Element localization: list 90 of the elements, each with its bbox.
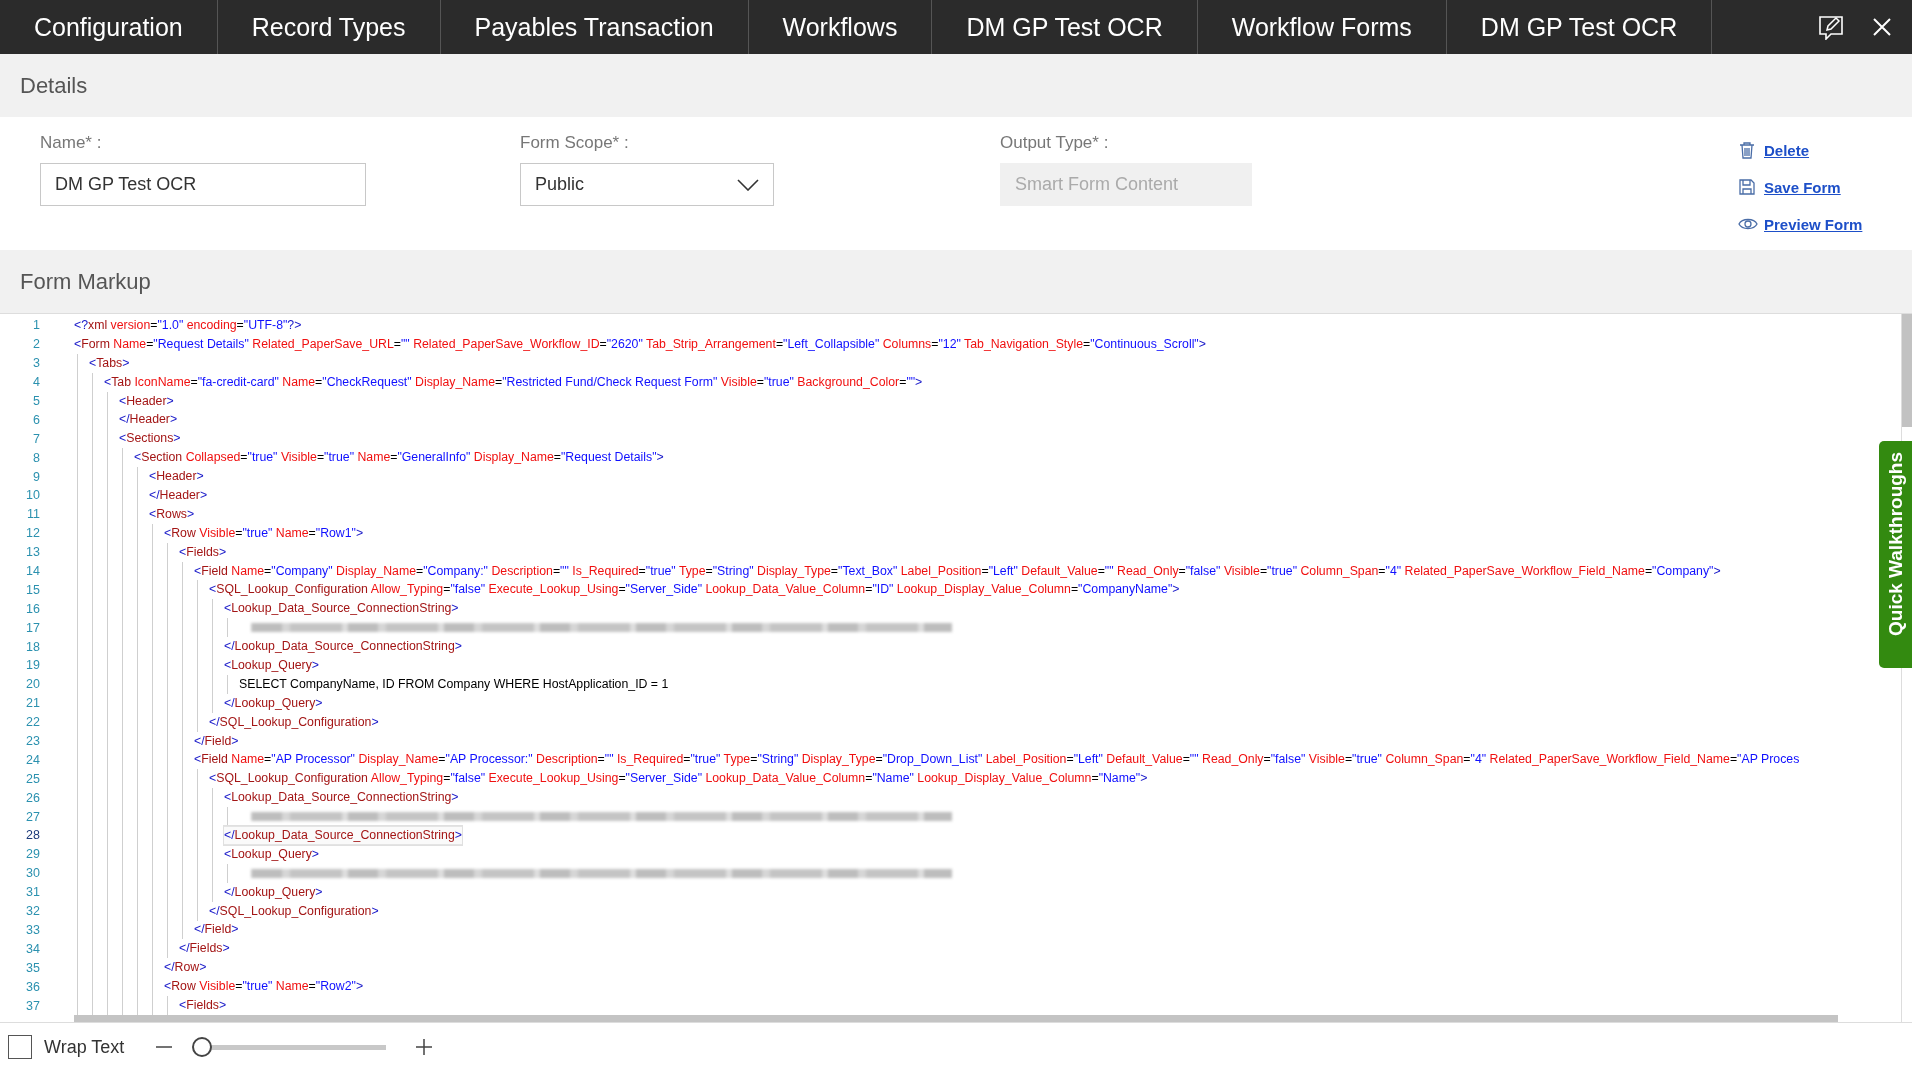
code-line[interactable]: </Header> <box>149 485 208 505</box>
line-number: 31 <box>25 885 40 900</box>
code-line[interactable]: <Header> <box>119 391 174 411</box>
link[interactable]: Preview Form <box>1764 215 1863 233</box>
code-line[interactable]: <Fields> <box>179 996 227 1015</box>
code-line[interactable]: </Fields> <box>179 939 230 959</box>
code-line[interactable]: </Lookup_Query> <box>224 693 323 713</box>
code-line[interactable]: <SQL_Lookup_Configuration Allow_Typing="false" Execute_Lookup_Using="Server_Side" Lookup_Data_Value_Column="Name" Lookup_Display_Value_Column="Name"> <box>209 769 1148 789</box>
line-number: 23 <box>25 734 40 749</box>
quick-walkthroughs-tab[interactable]: Quick Walkthroughs <box>1879 441 1912 668</box>
line-number: 14 <box>25 564 40 578</box>
code-line[interactable]: </Row> <box>164 958 207 978</box>
section-title: Details <box>20 72 88 99</box>
line-number: 1 <box>32 318 40 333</box>
code-line[interactable]: <Section Collapsed="true" Visible="true" Name="GeneralInfo" Display_Name="Request Details"> <box>134 448 664 468</box>
line-number: 5 <box>32 394 40 408</box>
line-number: 22 <box>25 715 40 730</box>
line-number: 11 <box>26 507 40 522</box>
field-label: Output Type* : <box>1000 133 1109 153</box>
line-number: 19 <box>25 658 40 673</box>
line-number: 4 <box>32 375 40 390</box>
code-line[interactable]: </Field> <box>194 731 239 751</box>
plus-icon[interactable] <box>416 1039 433 1055</box>
line-number: 29 <box>25 847 40 862</box>
minus-icon[interactable] <box>156 1046 173 1048</box>
line-number: 35 <box>25 960 40 975</box>
line-number: 27 <box>25 809 40 824</box>
code-line[interactable]: <Header> <box>149 467 204 487</box>
line-number: 3 <box>32 356 40 371</box>
line-number: 30 <box>25 866 40 881</box>
line-number: 36 <box>25 979 40 994</box>
line-number: 12 <box>25 526 40 541</box>
code-line[interactable]: </Lookup_Data_Source_ConnectionString> <box>224 637 462 657</box>
code-line[interactable]: <Lookup_Data_Source_ConnectionString> <box>224 599 459 619</box>
section-title: Form Markup <box>20 268 151 295</box>
line-number: 28 <box>25 828 40 843</box>
line-number: 10 <box>25 488 40 503</box>
code-line[interactable]: <Rows> <box>149 504 195 524</box>
code-line[interactable]: <Tab IconName="fa-credit-card" Name="CheckRequest" Display_Name="Restricted Fund/Check Request Form" Visible="true" Background_Color=""> <box>104 372 923 392</box>
dropdown[interactable]: Public <box>520 163 774 206</box>
line-number: 24 <box>25 752 40 767</box>
line-number: 9 <box>32 469 40 484</box>
edit-icon[interactable] <box>1818 14 1844 40</box>
code-line[interactable]: <Row Visible="true" Name="Row2"> <box>164 977 364 997</box>
code-line[interactable]: </Header> <box>119 410 178 430</box>
line-number: 33 <box>25 922 40 937</box>
line-number: 18 <box>25 639 40 654</box>
code-line[interactable]: </Field> <box>194 920 239 940</box>
close-icon[interactable] <box>1872 17 1892 37</box>
slider-thumb[interactable] <box>192 1037 213 1057</box>
checkbox-label: Wrap Text <box>44 1036 125 1058</box>
chevron-down-icon <box>737 178 759 191</box>
line-number: 13 <box>25 545 40 560</box>
code-line[interactable]: <Lookup_Query> <box>224 844 320 864</box>
code-line[interactable]: <Tabs> <box>89 353 130 373</box>
line-number: 21 <box>25 696 40 711</box>
code-line[interactable]: <Form Name="Request Details" Related_PaperSave_URL="" Related_PaperSave_Workflow_ID="2620" Tab_Strip_Arrangement="Left_Collapsible" Columns="12" Tab_Navigation_Style="Continuous_Scroll"> <box>74 334 1206 354</box>
line-number: 15 <box>25 582 40 597</box>
line-number: 34 <box>25 941 40 956</box>
line-number: 2 <box>32 337 40 352</box>
line-number: 26 <box>25 790 40 805</box>
code-line[interactable]: <Sections> <box>119 429 181 449</box>
code-line[interactable]: <Field Name="AP Processor" Display_Name="AP Processor:" Description="" Is_Required="true" Type="String" Display_Type="Drop_Down_List" Label_Position="Left" Default_Value="" Read_Only="false" Visible="true" Column_Span="4" Related_PaperSave_Workflow_Field_Name="AP Proces <box>194 750 1800 770</box>
checkbox[interactable] <box>8 1035 32 1059</box>
line-number: 25 <box>25 771 40 786</box>
code-line[interactable]: <?xml version="1.0" encoding="UTF-8"?> <box>74 315 302 335</box>
code-line[interactable]: <Row Visible="true" Name="Row1"> <box>164 523 364 543</box>
code-line[interactable]: SELECT CompanyName, ID FROM Company WHERE HostApplication_ID = 1 <box>239 674 669 694</box>
code-line[interactable]: <Fields> <box>179 542 227 562</box>
code-line[interactable]: </SQL_Lookup_Configuration> <box>209 712 379 732</box>
code-line[interactable]: <Lookup_Query> <box>224 656 320 675</box>
field-label: Name* : <box>40 133 102 153</box>
line-number: 20 <box>25 677 40 692</box>
code-line[interactable]: <Lookup_Data_Source_ConnectionString> <box>224 788 459 808</box>
code-line[interactable]: <SQL_Lookup_Configuration Allow_Typing="false" Execute_Lookup_Using="Server_Side" Lookup_Data_Value_Column="ID" Lookup_Display_Value_Column="CompanyName"> <box>209 580 1180 600</box>
code-line[interactable]: </Lookup_Query> <box>224 882 323 902</box>
link[interactable]: Delete <box>1764 141 1810 159</box>
code-line[interactable]: <Field Name="Company" Display_Name="Company:" Description="" Is_Required="true" Type="String" Display_Type="Text_Box" Label_Position="Left" Default_Value="" Read_Only="false" Visible="true" Column_Span="4" Related_PaperSave_Workflow_Field_Name="Company"> <box>194 561 1721 581</box>
input-field: Smart Form Content <box>1000 163 1252 206</box>
line-number: 8 <box>32 450 40 465</box>
field-label: Form Scope* : <box>520 133 629 153</box>
line-number: 7 <box>32 431 40 446</box>
line-number: 17 <box>25 620 40 635</box>
line-number: 6 <box>32 412 40 427</box>
input-field[interactable]: DM GP Test OCR <box>40 163 366 206</box>
line-number: 16 <box>25 601 40 616</box>
link[interactable]: Save Form <box>1764 178 1841 196</box>
code-line[interactable]: </SQL_Lookup_Configuration> <box>209 901 379 921</box>
line-number: 32 <box>25 904 40 919</box>
line-number: 37 <box>25 998 40 1013</box>
